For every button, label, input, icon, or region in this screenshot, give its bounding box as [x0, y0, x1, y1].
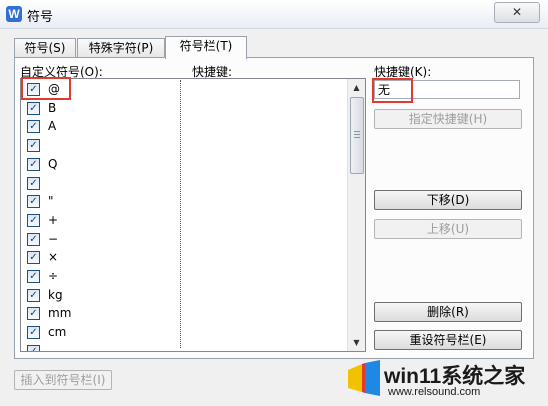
- wps-writer-icon: W: [6, 6, 22, 22]
- shortcut-key-field[interactable]: 无: [374, 80, 520, 99]
- scroll-up-arrow-icon[interactable]: ▲: [348, 79, 365, 96]
- window-title: 符号: [27, 10, 54, 25]
- symbol-row[interactable]: ✓ mm: [21, 305, 347, 323]
- symbol-checkbox[interactable]: ✓: [27, 213, 40, 227]
- delete-button[interactable]: 删除(R): [374, 302, 522, 322]
- symbol-checkbox[interactable]: ✓: [27, 270, 40, 283]
- symbol-row[interactable]: ✓ −: [21, 231, 347, 249]
- move-down-button[interactable]: 下移(D): [374, 190, 522, 210]
- symbol-checkbox[interactable]: ✓: [27, 139, 40, 153]
- symbol-row[interactable]: ✓ Q: [21, 156, 347, 174]
- reset-symbol-bar-button[interactable]: 重设符号栏(E): [374, 330, 522, 350]
- symbol-checkbox[interactable]: ✓: [27, 83, 40, 96]
- insert-to-symbol-bar-button[interactable]: 插入到符号栏(I): [14, 370, 112, 390]
- symbol-row[interactable]: ✓: [21, 175, 347, 193]
- symbol-row[interactable]: ✓ B: [21, 100, 347, 118]
- symbol-text: A: [48, 119, 57, 134]
- symbol-checkbox[interactable]: ✓: [27, 344, 40, 351]
- vertical-scrollbar[interactable]: ▲ ▼: [347, 79, 365, 351]
- symbol-row[interactable]: ✓: [21, 137, 347, 155]
- shortcut-key-label: 快捷键(K):: [374, 65, 432, 79]
- symbol-text: −: [48, 231, 59, 246]
- symbol-text: kg: [48, 287, 63, 302]
- symbol-checkbox[interactable]: ✓: [27, 101, 40, 115]
- tab-symbols[interactable]: 符号(S): [14, 38, 76, 58]
- column-divider: [180, 80, 181, 348]
- symbol-checkbox[interactable]: ✓: [27, 251, 40, 265]
- symbol-row[interactable]: ✓ @: [21, 81, 347, 99]
- win11-logo-icon: [348, 360, 380, 396]
- symbol-text: ÷: [48, 269, 59, 283]
- symbol-checkbox[interactable]: ✓: [27, 120, 40, 134]
- symbol-checkbox[interactable]: ✓: [27, 195, 40, 209]
- symbol-checkbox[interactable]: ✓: [27, 232, 40, 246]
- symbol-text: ×: [48, 250, 59, 265]
- symbol-row[interactable]: ✓ kg: [21, 287, 347, 305]
- symbol-row[interactable]: ✓ ": [21, 193, 347, 211]
- symbol-checkbox[interactable]: ✓: [27, 307, 40, 321]
- symbol-row[interactable]: ✓: [21, 343, 347, 351]
- symbol-text: B: [48, 100, 57, 115]
- scroll-thumb[interactable]: [350, 97, 364, 174]
- symbol-row[interactable]: ✓ +: [21, 212, 347, 230]
- symbol-checkbox[interactable]: ✓: [27, 326, 40, 340]
- symbol-checkbox[interactable]: ✓: [27, 157, 40, 171]
- symbol-text: @: [48, 82, 60, 96]
- close-icon: ✕: [511, 5, 523, 19]
- symbol-text: cm: [48, 325, 67, 340]
- symbol-text: mm: [48, 306, 72, 321]
- tab-special-characters[interactable]: 特殊字符(P): [77, 38, 165, 58]
- close-button[interactable]: ✕: [494, 2, 540, 23]
- symbol-row[interactable]: ✓ A: [21, 118, 347, 136]
- scroll-down-arrow-icon[interactable]: ▼: [348, 334, 365, 351]
- symbol-checkbox[interactable]: ✓: [27, 288, 40, 302]
- assign-shortcut-button[interactable]: 指定快捷键(H): [374, 109, 522, 129]
- symbol-row[interactable]: ✓ cm: [21, 324, 347, 342]
- symbol-text: +: [48, 212, 59, 227]
- symbol-row[interactable]: ✓ ÷: [21, 268, 347, 286]
- symbol-list[interactable]: ▲ ▼ ✓ @ ✓ B ✓ A ✓ ✓ Q ✓ ✓ " ✓ + ✓ − ✓ × ✓ ÷ ✓ kg ✓ mm ✓ cm ✓: [20, 78, 366, 352]
- symbol-row[interactable]: ✓ ×: [21, 249, 347, 267]
- move-up-button[interactable]: 上移(U): [374, 219, 522, 239]
- symbol-text: ": [48, 194, 54, 209]
- title-bar: W 符号 ✕: [0, 0, 548, 29]
- tab-symbol-bar[interactable]: 符号栏(T): [165, 36, 247, 59]
- symbol-text: Q: [48, 156, 58, 171]
- symbol-checkbox[interactable]: ✓: [27, 176, 40, 190]
- watermark-url: www.relsound.com: [388, 386, 481, 398]
